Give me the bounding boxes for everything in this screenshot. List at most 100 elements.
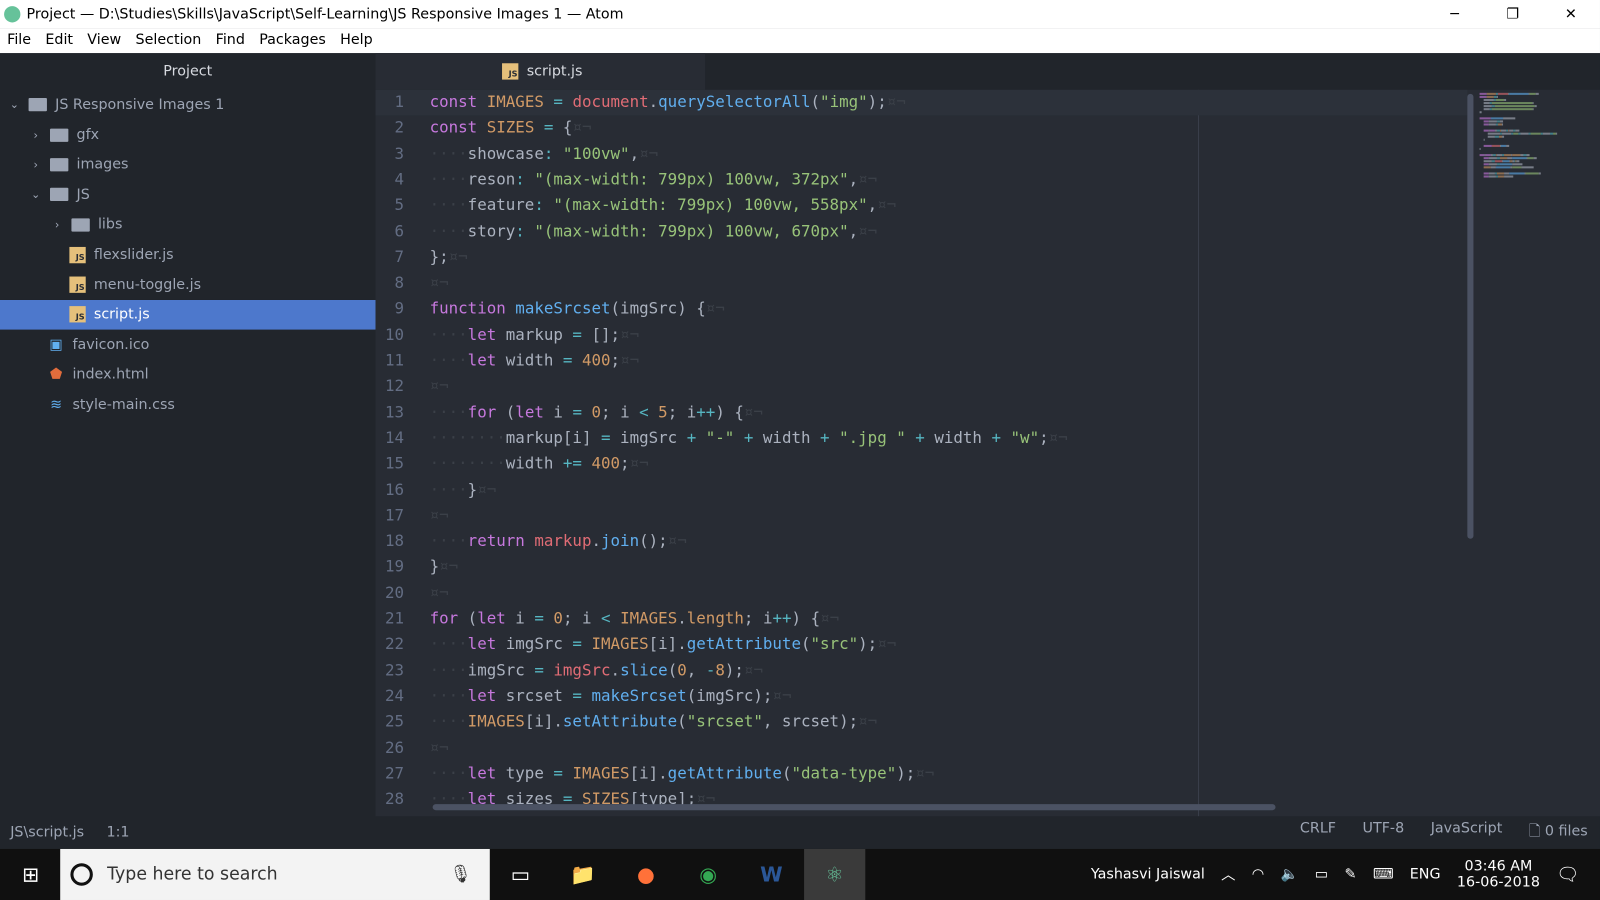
- wifi-icon[interactable]: ◠: [1252, 866, 1264, 882]
- code-line[interactable]: 1 const IMAGES = document.querySelectorAl…: [375, 89, 1468, 116]
- atom-logo-icon: [4, 6, 21, 23]
- chevron-right-icon[interactable]: ›: [49, 218, 65, 231]
- pen-icon[interactable]: ✎: [1345, 866, 1357, 882]
- chevron-right-icon[interactable]: ›: [28, 128, 44, 141]
- code-token: srcset: [505, 686, 573, 705]
- clock-time: 03:46 AM: [1464, 858, 1533, 875]
- chevron-down-icon[interactable]: ⌄: [6, 98, 22, 111]
- menu-file[interactable]: File: [0, 29, 38, 53]
- code-line[interactable]: 21 for (let i = 0; i < IMAGES.length; i++…: [376, 606, 1468, 632]
- file-path[interactable]: JS\script.js: [10, 824, 84, 840]
- code-line[interactable]: 22 ····let imgSrc = IMAGES[i].getAttribut…: [376, 632, 1468, 658]
- file-explorer-icon[interactable]: 📁: [552, 849, 613, 900]
- code-line[interactable]: 3 ····showcase: "100vw",¤¬: [376, 141, 1468, 167]
- tab-bar: JS script.js: [375, 53, 1600, 90]
- tree-item[interactable]: › images: [0, 150, 376, 180]
- chevron-up-icon[interactable]: ︿: [1221, 864, 1235, 884]
- tab-script-js[interactable]: JS script.js: [375, 53, 706, 90]
- minimap-mark: [1483, 160, 1493, 163]
- windows-start-button[interactable]: ⊞: [0, 849, 61, 900]
- clock[interactable]: 03:46 AM 16-06-2018: [1457, 858, 1540, 891]
- code-line[interactable]: 17 ¤¬: [376, 503, 1468, 529]
- code-token: , srcset);: [762, 712, 859, 731]
- code-line[interactable]: 9 function makeSrcset(imgSrc) {¤¬: [376, 296, 1468, 322]
- code-line[interactable]: 4 ····reson: "(max-width: 799px) 100vw, 3…: [376, 167, 1468, 193]
- code-line[interactable]: 23 ····imgSrc = imgSrc.slice(0, -8);¤¬: [376, 658, 1468, 684]
- code-token: [i].: [524, 712, 563, 731]
- code-token: <: [601, 609, 621, 628]
- minimap[interactable]: [1475, 90, 1599, 253]
- taskbar-search[interactable]: Type here to search 🎙: [60, 848, 490, 900]
- code-line[interactable]: 6 ····story: "(max-width: 799px) 100vw, 6…: [376, 219, 1468, 245]
- code-line[interactable]: 15 ········width += 400;¤¬: [376, 451, 1468, 477]
- menu-selection[interactable]: Selection: [128, 29, 208, 53]
- chevron-down-icon[interactable]: ⌄: [28, 188, 44, 201]
- tree-item[interactable]: ⬟ index.html: [0, 360, 376, 390]
- encoding[interactable]: UTF-8: [1363, 820, 1405, 844]
- word-icon[interactable]: W: [741, 849, 802, 900]
- tree-item[interactable]: ≋ style-main.css: [0, 390, 376, 420]
- language-indicator[interactable]: ENG: [1410, 866, 1441, 882]
- horizontal-scrollbar[interactable]: [432, 804, 1276, 811]
- line-number: 25: [385, 712, 405, 731]
- code-line[interactable]: 20 ¤¬: [376, 580, 1468, 606]
- code-line[interactable]: 27 ····let type = IMAGES[i].getAttribute(…: [376, 761, 1468, 787]
- code-line[interactable]: 2 const SIZES = {¤¬: [376, 116, 1468, 142]
- tree-item[interactable]: › gfx: [0, 120, 376, 150]
- tree-item[interactable]: › libs: [0, 210, 376, 240]
- line-ending[interactable]: CRLF: [1300, 820, 1336, 844]
- user-name[interactable]: Yashasvi Jaiswal: [1091, 866, 1205, 882]
- menu-help[interactable]: Help: [333, 29, 380, 53]
- line-number: 2: [394, 118, 405, 138]
- minimap-mark: [1525, 172, 1539, 175]
- image-file-icon: ▣: [49, 336, 63, 353]
- firefox-icon[interactable]: ●: [615, 849, 676, 900]
- code-line[interactable]: 16 ····}¤¬: [376, 477, 1468, 503]
- code-line[interactable]: 24 ····let srcset = makeSrcset(imgSrc);¤¬: [376, 684, 1468, 710]
- menu-find[interactable]: Find: [208, 29, 252, 53]
- code-line[interactable]: 14 ········markup[i] = imgSrc + "-" + wid…: [376, 425, 1468, 451]
- tree-item[interactable]: JS flexslider.js: [0, 240, 376, 270]
- action-center-icon[interactable]: 🗨: [1556, 864, 1579, 885]
- code-line[interactable]: 19}¤¬: [376, 554, 1468, 580]
- code-editor[interactable]: 1 const IMAGES = document.querySelectorAl…: [375, 89, 1600, 817]
- volume-icon[interactable]: 🔈: [1281, 866, 1299, 882]
- code-line[interactable]: 10 ····let markup = [];¤¬: [376, 322, 1468, 348]
- code-line[interactable]: 18 ····return markup.join();¤¬: [376, 529, 1468, 555]
- atom-taskbar-icon[interactable]: ⚛: [804, 848, 866, 900]
- code-line[interactable]: 5 ····feature: "(max-width: 799px) 100vw,…: [376, 193, 1468, 219]
- menu-edit[interactable]: Edit: [38, 29, 80, 53]
- menu-packages[interactable]: Packages: [252, 29, 333, 53]
- code-token: {: [562, 118, 573, 138]
- grammar[interactable]: JavaScript: [1431, 820, 1503, 844]
- menu-view[interactable]: View: [80, 29, 128, 53]
- code-line[interactable]: 8 ¤¬: [376, 271, 1468, 297]
- close-button[interactable]: ✕: [1542, 0, 1600, 29]
- invisible-chars: ¤¬: [429, 738, 449, 757]
- code-line[interactable]: 7};¤¬: [376, 245, 1468, 271]
- restore-button[interactable]: ❐: [1484, 0, 1542, 29]
- tree-item[interactable]: JS script.js: [0, 299, 376, 330]
- code-line[interactable]: 26 ¤¬: [376, 735, 1468, 761]
- code-line[interactable]: 12 ¤¬: [376, 374, 1468, 400]
- code-token: imgSrc: [620, 428, 687, 447]
- code-line[interactable]: 13 ····for (let i = 0; i < 5; i++) {¤¬: [376, 400, 1468, 426]
- task-view-icon[interactable]: ▭: [490, 849, 551, 900]
- code-token: let: [515, 402, 554, 422]
- minimize-button[interactable]: ─: [1425, 0, 1483, 29]
- tree-item[interactable]: ▣ favicon.ico: [0, 330, 376, 360]
- code-line[interactable]: 25 ····IMAGES[i].setAttribute("srcset", s…: [376, 709, 1468, 735]
- cursor-position[interactable]: 1:1: [107, 824, 130, 840]
- git-files[interactable]: 🗋 0 files: [1529, 820, 1588, 844]
- microphone-icon[interactable]: 🎙: [449, 864, 471, 884]
- tree-item[interactable]: JS menu-toggle.js: [0, 270, 376, 300]
- tree-item[interactable]: ⌄ JS: [0, 180, 376, 210]
- keyboard-icon[interactable]: ⌨: [1373, 866, 1394, 882]
- vertical-scrollbar[interactable]: [1467, 93, 1474, 539]
- battery-icon[interactable]: ▭: [1315, 866, 1329, 882]
- chevron-right-icon[interactable]: ›: [28, 158, 44, 171]
- tree-item[interactable]: ⌄ JS Responsive Images 1: [0, 90, 376, 120]
- chrome-icon[interactable]: ◉: [678, 849, 739, 900]
- invisible-chars: ¤¬: [429, 376, 449, 396]
- code-line[interactable]: 11 ····let width = 400;¤¬: [376, 348, 1468, 374]
